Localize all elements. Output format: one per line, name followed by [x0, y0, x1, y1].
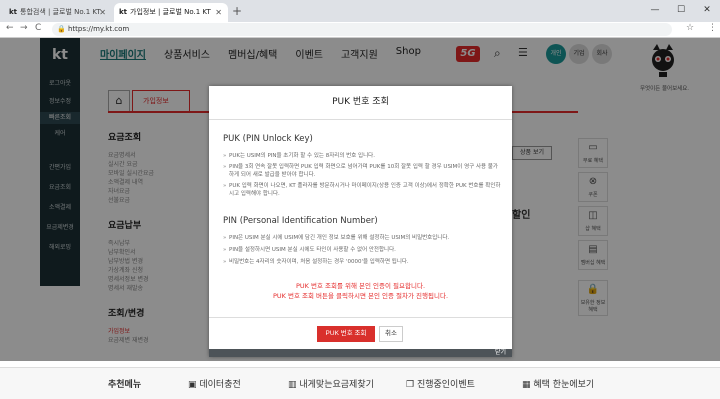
bottom-link-benefit[interactable]: ▦ 혜택 한눈에보기: [522, 377, 594, 390]
modal-close-bar[interactable]: 닫기: [209, 349, 512, 357]
puk-modal: PUK 번호 조회 PUK (PIN Unlock Key) PUK는 USIM…: [209, 86, 512, 357]
benefit-icon: ▦: [522, 380, 534, 390]
browser-menu-icon[interactable]: ⋮: [708, 23, 717, 33]
bottom-link-event[interactable]: ❒ 진행중인이벤트: [406, 377, 475, 390]
auth-notice: PUK 번호 조회를 위해 본인 인증이 필요합니다.: [295, 282, 426, 290]
kt-favicon-icon: kt: [119, 8, 128, 16]
puk-info-line: PIN을 3회 연속 잘못 입력하면 PUK 입력 화면으로 넘어가며 PUK를…: [223, 163, 501, 179]
tab-close-icon[interactable]: ✕: [215, 3, 222, 22]
forward-icon[interactable]: →: [20, 23, 28, 33]
bookmark-star-icon[interactable]: ☆: [686, 23, 694, 33]
modal-footer: PUK 번호 조회 취소: [209, 317, 512, 345]
modal-title: PUK 번호 조회: [209, 86, 512, 120]
plan-finder-icon: ▥: [288, 380, 300, 390]
pin-info-line: PIN은 USIM 분실 시에 USIM에 담긴 개인 정보 보호를 위해 설정…: [223, 234, 501, 242]
pin-heading: PIN (Personal Identification Number): [223, 216, 378, 226]
cancel-button[interactable]: 취소: [379, 326, 403, 342]
puk-lookup-button[interactable]: PUK 번호 조회: [317, 326, 375, 342]
kt-favicon-icon: kt: [9, 8, 18, 16]
url-input[interactable]: 🔒 https://my.kt.com: [52, 23, 672, 36]
minimize-icon[interactable]: —: [642, 0, 668, 22]
address-bar: ← → C 🔒 https://my.kt.com ☆ ⋮: [0, 22, 720, 38]
maximize-icon[interactable]: ☐: [668, 0, 694, 22]
puk-heading: PUK (PIN Unlock Key): [223, 134, 313, 144]
data-charge-icon: ▣: [188, 380, 200, 390]
recommend-label: 추천메뉴: [108, 380, 142, 390]
window-controls: — ☐ ✕: [642, 0, 720, 22]
bottom-recommend-bar: 추천메뉴 ▣ 데이터충전 ▥ 내게맞는요금제찾기 ❒ 진행중인이벤트 ▦ 혜택 …: [0, 367, 720, 399]
modal-body: PUK (PIN Unlock Key) PUK는 USIM의 PIN을 초기화…: [209, 120, 512, 316]
puk-info-line: PUK는 USIM의 PIN을 초기화 할 수 있는 8자리의 번호 입니다.: [223, 152, 501, 160]
browser-tab-subscription[interactable]: kt 가입정보 | 글로벌 No.1 KT ✕: [114, 3, 228, 22]
bottom-link-plan[interactable]: ▥ 내게맞는요금제찾기: [288, 377, 374, 390]
back-icon[interactable]: ←: [6, 23, 14, 33]
tab-title: 통합검색 | 글로벌 No.1 KT: [20, 8, 101, 16]
auth-notice: PUK 번호 조회 버튼을 클릭하시면 본인 인증 절차가 진행됩니다.: [272, 292, 449, 300]
lock-icon: 🔒: [57, 25, 66, 33]
close-window-icon[interactable]: ✕: [694, 0, 720, 22]
browser-tab-search[interactable]: kt 통합검색 | 글로벌 No.1 KT ✕: [4, 3, 112, 22]
tab-title: 가입정보 | 글로벌 No.1 KT: [130, 8, 211, 16]
url-text: https://my.kt.com: [68, 25, 130, 33]
pin-info-line: PIN을 설정하시면 USIM 분실 시에도 타인이 사용할 수 없어 안전합니…: [223, 246, 501, 254]
tab-close-icon[interactable]: ✕: [99, 3, 106, 22]
bottom-link-label: 진행중인이벤트: [416, 380, 475, 390]
browser-tabbar: kt 통합검색 | 글로벌 No.1 KT ✕ kt 가입정보 | 글로벌 No…: [0, 0, 720, 22]
bottom-link-label: 내게맞는요금제찾기: [299, 380, 374, 390]
new-tab-button[interactable]: +: [232, 4, 242, 18]
gift-icon: ❒: [406, 380, 417, 390]
puk-info-line: PUK 입력 화면이 나오면, KT 플라자를 방문하시거나 마이페이지(상용 …: [223, 182, 501, 198]
bottom-link-data[interactable]: ▣ 데이터충전: [188, 377, 241, 390]
bottom-link-label: 데이터충전: [199, 380, 241, 390]
pin-info-line: 비밀번호는 4자리의 숫자이며, 처음 설정하는 경우 '0000'을 입력하면…: [223, 258, 501, 266]
close-label[interactable]: 닫기: [495, 349, 506, 356]
reload-icon[interactable]: C: [35, 23, 41, 33]
bottom-link-label: 혜택 한눈에보기: [533, 380, 595, 390]
